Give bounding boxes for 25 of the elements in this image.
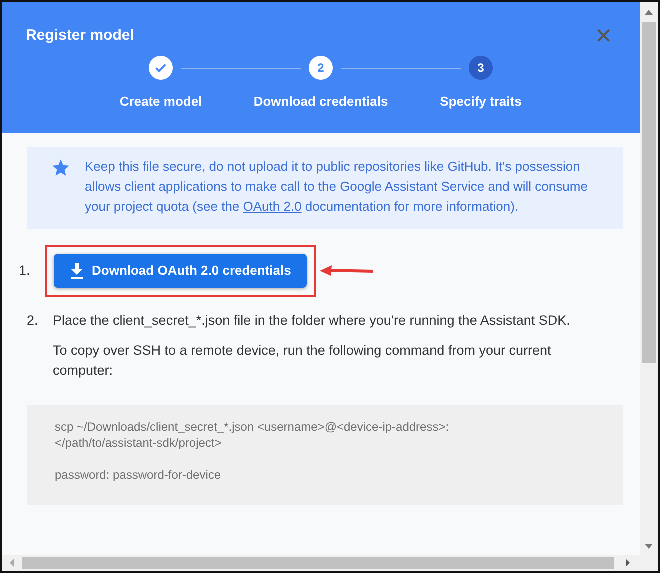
star-icon — [51, 158, 71, 178]
paragraph: Place the client_secret_*.json file in the folder where you're running the Assistant SDK. — [53, 312, 572, 330]
list-marker: 1. — [19, 262, 32, 280]
list-marker: 2. — [27, 312, 40, 330]
step-label: Download credentials — [254, 93, 388, 111]
code-line: scp ~/Downloads/client_secret_*.json <username>@<device-ip-address>: — [55, 418, 450, 434]
horizontal-scrollbar[interactable] — [2, 555, 658, 571]
step-label: Create model — [120, 93, 202, 111]
dialog-title: Register model — [26, 26, 134, 46]
close-button[interactable]: × — [592, 24, 616, 48]
scroll-left-icon[interactable] — [8, 558, 16, 568]
vertical-scrollbar[interactable] — [640, 2, 658, 555]
scroll-right-icon[interactable] — [624, 558, 632, 568]
download-button[interactable]: Download OAuth 2.0 credentials — [54, 254, 308, 288]
notice-text: Keep this file secure, do not upload it to public repositories like GitHub. It's possession allows client applications to make call to the Google Assistant Service and will consume your project quota (see the OAuth 2.0 documentation for more information). — [85, 158, 589, 216]
download-icon — [70, 262, 84, 279]
oauth-link[interactable]: OAuth 2.0 — [243, 199, 302, 214]
step-label: Specify traits — [440, 93, 522, 111]
scroll-up-icon[interactable] — [644, 8, 654, 16]
paragraph: To copy over SSH to a remote device, run the following command from your current computer: — [53, 342, 552, 380]
scroll-down-icon[interactable] — [644, 543, 654, 551]
code-line: </path/to/assistant-sdk/project> — [55, 434, 223, 450]
step-number: 3 — [469, 56, 493, 80]
code-line: password: password-for-device — [55, 466, 222, 482]
step-number: 2 — [309, 56, 333, 80]
